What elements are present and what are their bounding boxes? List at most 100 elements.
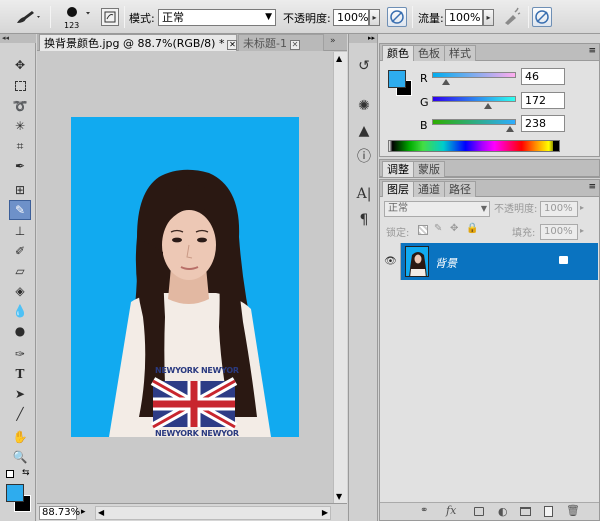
path-selection-tool-icon[interactable]: ➤ xyxy=(9,384,31,404)
tab-adjustments[interactable]: 调整 xyxy=(382,161,414,177)
brush-tool-icon[interactable]: ✎ xyxy=(9,200,31,220)
paint-bucket-tool-icon[interactable]: ◈ xyxy=(9,281,31,301)
line-tool-icon[interactable]: ╱ xyxy=(9,404,31,424)
opacity-stepper-icon[interactable]: ▸ xyxy=(369,9,380,26)
tab-color[interactable]: 颜色 xyxy=(382,45,414,61)
tab-styles[interactable]: 样式 xyxy=(444,45,476,61)
navigator-panel-icon[interactable]: ✺ xyxy=(354,96,374,116)
history-panel-icon[interactable]: ↺ xyxy=(354,56,374,76)
lock-transparent-icon[interactable] xyxy=(418,225,428,235)
mode-label: 模式: xyxy=(129,12,155,25)
layer-opacity-input[interactable]: 100% xyxy=(540,201,578,217)
new-group-icon[interactable] xyxy=(520,507,531,516)
fill-input[interactable]: 100% xyxy=(540,224,578,240)
slider-b-thumb[interactable] xyxy=(506,126,514,132)
marquee-tool-icon[interactable] xyxy=(9,76,31,96)
flow-input[interactable]: 100% xyxy=(445,9,483,26)
lock-pixels-icon[interactable]: ✎ xyxy=(434,223,442,234)
add-mask-icon[interactable] xyxy=(474,507,484,516)
dodge-tool-icon[interactable]: ● xyxy=(9,321,31,341)
toolbox-collapse-icon[interactable]: ◂◂ xyxy=(0,34,36,43)
layer-opacity-stepper-icon[interactable]: ▸ xyxy=(580,203,584,212)
pen-tool-icon[interactable]: ✑ xyxy=(9,344,31,364)
tab-layers[interactable]: 图层 xyxy=(382,181,414,197)
blend-mode-select[interactable]: 正常 ▼ xyxy=(384,201,490,217)
zoom-level[interactable]: 88.73% xyxy=(39,506,80,520)
panel-menu-icon[interactable]: ≡ xyxy=(588,182,596,192)
scroll-up-icon[interactable]: ▲ xyxy=(336,54,342,63)
healing-brush-tool-icon[interactable]: ⊞ xyxy=(9,180,31,200)
hand-tool-icon[interactable]: ✋ xyxy=(9,427,31,447)
color-panel-tabs: 颜色 色板 样式 ≡ xyxy=(380,44,599,61)
panel-fg-swatch[interactable] xyxy=(388,70,406,88)
tab-channels[interactable]: 通道 xyxy=(413,181,445,197)
layer-row[interactable]: 👁 背景 xyxy=(381,243,598,280)
tablet-pressure-size-icon[interactable] xyxy=(532,7,552,27)
panel-menu-icon[interactable]: ≡ xyxy=(588,46,596,56)
zoom-tool-icon[interactable]: 🔍 xyxy=(9,447,31,467)
lock-position-icon[interactable]: ✥ xyxy=(450,223,458,234)
new-layer-icon[interactable] xyxy=(544,506,553,517)
magic-wand-tool-icon[interactable]: ✳ xyxy=(9,116,31,136)
blur-tool-icon[interactable]: 💧 xyxy=(9,301,31,321)
tab-untitled[interactable]: 未标题-1 ✕ xyxy=(238,34,324,51)
mode-select[interactable]: 正常 ▼ xyxy=(158,9,276,26)
tab-swatches[interactable]: 色板 xyxy=(413,45,445,61)
channel-g-value[interactable]: 172 xyxy=(521,92,565,109)
move-tool-icon[interactable]: ✥ xyxy=(9,55,31,75)
fill-stepper-icon[interactable]: ▸ xyxy=(580,226,584,235)
clone-stamp-tool-icon[interactable]: ⊥ xyxy=(9,221,31,241)
color-ramp[interactable] xyxy=(388,140,560,152)
character-panel-icon[interactable]: A| xyxy=(354,184,374,204)
delete-layer-icon[interactable]: 🗑 xyxy=(566,504,580,517)
tablet-pressure-opacity-icon[interactable] xyxy=(387,7,407,27)
blend-mode-value: 正常 xyxy=(388,203,408,214)
tab-document[interactable]: 换背景颜色.jpg @ 88.7%(RGB/8) * ✕ xyxy=(39,34,238,51)
brush-tool-preset-icon[interactable] xyxy=(14,8,42,26)
slider-g-thumb[interactable] xyxy=(484,103,492,109)
image-canvas[interactable]: NEWYORK NEWYOR NEWYORK NEWYOR xyxy=(71,117,299,437)
slider-g[interactable] xyxy=(432,96,516,102)
scroll-right-icon[interactable]: ▶ xyxy=(322,508,328,517)
eyedropper-tool-icon[interactable]: ✒ xyxy=(9,156,31,176)
horizontal-scrollbar[interactable]: ◀ ▶ xyxy=(95,506,331,520)
info-panel-icon[interactable]: ⓘ xyxy=(354,146,374,166)
flow-label: 流量: xyxy=(418,12,444,25)
tab-paths[interactable]: 路径 xyxy=(444,181,476,197)
adjustments-panel: 调整 蒙版 xyxy=(379,159,600,178)
vertical-scrollbar[interactable]: ▲ ▼ xyxy=(333,52,347,503)
history-brush-tool-icon[interactable]: ✐ xyxy=(9,241,31,261)
tab-overflow-icon[interactable]: » xyxy=(330,36,336,46)
lock-all-icon[interactable]: 🔒 xyxy=(466,223,478,234)
foreground-color-swatch[interactable] xyxy=(6,484,24,502)
airbrush-icon[interactable] xyxy=(501,7,523,27)
type-tool-icon[interactable]: T xyxy=(9,364,31,384)
crop-tool-icon[interactable]: ⌗ xyxy=(9,136,31,156)
adjustment-layer-icon[interactable]: ◐ xyxy=(498,505,508,518)
slider-r-thumb[interactable] xyxy=(442,79,450,85)
brush-panel-toggle-icon[interactable] xyxy=(101,8,119,26)
histogram-panel-icon[interactable]: ▲ xyxy=(354,121,374,141)
scroll-down-icon[interactable]: ▼ xyxy=(336,492,342,501)
eraser-tool-icon[interactable]: ▱ xyxy=(9,261,31,281)
close-icon[interactable]: ✕ xyxy=(227,40,238,50)
scroll-left-icon[interactable]: ◀ xyxy=(98,508,104,517)
swap-colors-icon[interactable]: ⇆ xyxy=(22,468,30,478)
tab-masks[interactable]: 蒙版 xyxy=(413,161,445,177)
eye-icon[interactable]: 👁 xyxy=(381,243,401,280)
layer-name[interactable]: 背景 xyxy=(435,255,457,271)
default-colors-icon[interactable] xyxy=(6,470,14,478)
dock-collapse-icon[interactable]: ▸▸ xyxy=(349,34,377,43)
slider-b[interactable] xyxy=(432,119,516,125)
slider-r[interactable] xyxy=(432,72,516,78)
paragraph-panel-icon[interactable]: ¶ xyxy=(354,210,374,230)
channel-b-value[interactable]: 238 xyxy=(521,115,565,132)
opacity-input[interactable]: 100% xyxy=(333,9,369,26)
link-layers-icon[interactable]: ⚭ xyxy=(420,505,428,516)
flow-stepper-icon[interactable]: ▸ xyxy=(483,9,494,26)
lasso-tool-icon[interactable]: ➰ xyxy=(9,96,31,116)
channel-r-value[interactable]: 46 xyxy=(521,68,565,85)
close-icon[interactable]: ✕ xyxy=(289,40,300,50)
status-menu-icon[interactable]: ▸ xyxy=(81,507,86,517)
layer-style-icon[interactable]: fx xyxy=(446,504,456,517)
